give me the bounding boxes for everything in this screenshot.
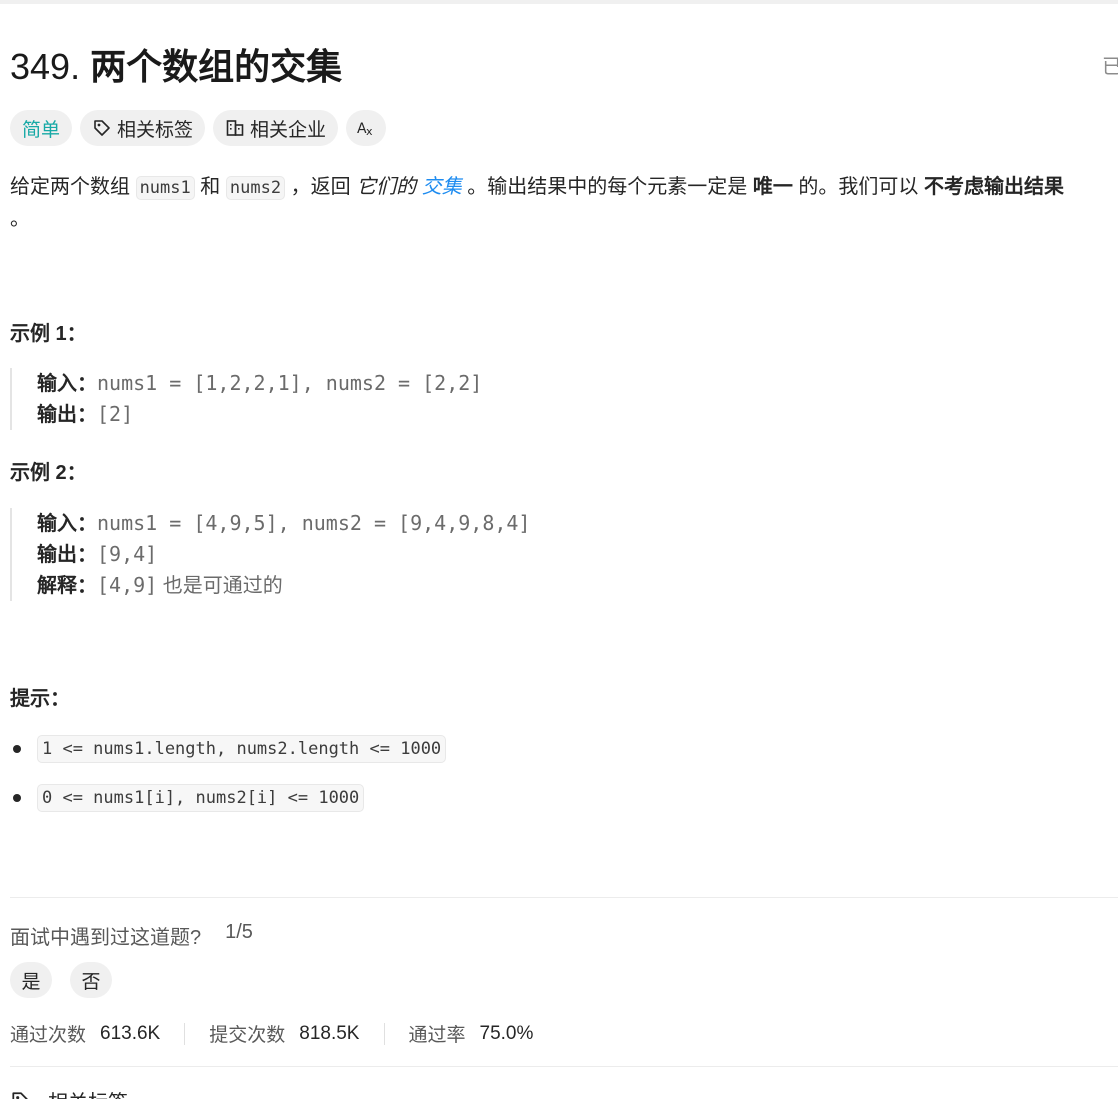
- desc-period: 。: [10, 208, 30, 230]
- interview-answer-buttons: 是 否: [10, 962, 112, 998]
- bullet-icon: [13, 745, 21, 753]
- building-icon: [225, 118, 245, 138]
- desc-emphasis: 它们的: [356, 176, 417, 198]
- related-companies-button[interactable]: 相关企业: [213, 110, 339, 146]
- no-button[interactable]: 否: [70, 962, 112, 998]
- desc-text: 。输出结果中的每个元素一定是: [461, 176, 753, 198]
- example1-output: 输出：[2]: [37, 399, 482, 430]
- desc-text: 给定两个数组: [10, 176, 136, 198]
- inline-code: nums2: [225, 176, 286, 200]
- tag-icon: [10, 1090, 32, 1099]
- solved-status: 已: [1102, 50, 1118, 79]
- hints-heading: 提示：: [10, 688, 70, 710]
- example2-heading: 示例 2：: [10, 462, 87, 484]
- input-value: nums1 = [1,2,2,1], nums2 = [2,2]: [97, 371, 483, 395]
- bullet-icon: [13, 794, 21, 802]
- related-tags-label: 相关标签: [117, 119, 194, 141]
- explanation-label: 解释：: [37, 575, 97, 597]
- divider: [10, 897, 1118, 898]
- input-value: nums1 = [4,9,5], nums2 = [9,4,9,8,4]: [97, 511, 531, 535]
- difficulty-badge[interactable]: 简单: [10, 110, 73, 146]
- stat-value: 613.6K: [100, 1022, 161, 1044]
- problem-title-text: 两个数组的交集: [90, 46, 343, 87]
- accepted-stat: 通过次数 613.6K: [10, 1020, 160, 1047]
- translate-button[interactable]: Ax: [346, 110, 387, 146]
- output-label: 输出：: [37, 404, 97, 426]
- yes-button[interactable]: 是: [10, 962, 52, 998]
- hints-list: 1 <= nums1.length, nums2.length <= 1000 …: [10, 734, 447, 832]
- intersection-link[interactable]: 交集: [422, 176, 462, 198]
- input-label: 输入：: [37, 513, 97, 535]
- list-item: 1 <= nums1.length, nums2.length <= 1000: [10, 734, 447, 764]
- problem-description: 给定两个数组 nums1 和 nums2 ，返回 它们的 交集 。输出结果中的每…: [10, 172, 1118, 203]
- example1-heading: 示例 1：: [10, 323, 87, 345]
- difficulty-label: 简单: [22, 119, 61, 141]
- problem-description-panel: 349. 两个数组的交集 已 简单 相关标签 相关企业 Ax 给定两个数组 nu…: [0, 0, 1118, 1099]
- tag-bar: 简单 相关标签 相关企业 Ax: [10, 110, 387, 146]
- desc-bold: 唯一: [752, 176, 793, 198]
- submitted-stat: 提交次数 818.5K: [209, 1020, 359, 1047]
- related-tags-section-header[interactable]: 相关标签: [10, 1086, 128, 1099]
- stats-bar: 通过次数 613.6K 提交次数 818.5K 通过率 75.0%: [10, 1020, 533, 1047]
- rate-stat: 通过率 75.0%: [409, 1020, 534, 1047]
- related-tags-button[interactable]: 相关标签: [80, 110, 206, 146]
- stat-label: 通过次数: [10, 1025, 87, 1046]
- example1-block: 输入：nums1 = [1,2,2,1], nums2 = [2,2] 输出：[…: [10, 368, 482, 430]
- example2-explanation: 解释：[4,9] 也是可通过的: [37, 570, 530, 601]
- interview-count: 1/5: [225, 921, 253, 943]
- translate-icon: Ax: [356, 118, 376, 138]
- stat-label: 通过率: [408, 1025, 466, 1046]
- svg-text:x: x: [366, 125, 373, 138]
- list-item: 0 <= nums1[i], nums2[i] <= 1000: [10, 783, 446, 813]
- example2-output: 输出：[9,4]: [37, 539, 530, 570]
- tag-icon: [92, 118, 112, 138]
- stat-label: 提交次数: [209, 1025, 286, 1046]
- stat-value: 75.0%: [479, 1022, 534, 1044]
- stat-separator: [383, 1022, 385, 1045]
- stat-separator: [184, 1022, 186, 1045]
- desc-bold: 不考虑输出结果: [924, 176, 1064, 198]
- interview-question: 面试中遇到过这道题? 1/5: [10, 921, 253, 950]
- problem-title[interactable]: 349. 两个数组的交集: [10, 38, 342, 90]
- related-companies-label: 相关企业: [250, 119, 327, 141]
- desc-text: 的。我们可以: [792, 176, 924, 198]
- problem-number: 349.: [10, 46, 81, 87]
- desc-text: 和: [194, 176, 226, 198]
- input-label: 输入：: [37, 373, 97, 395]
- hint-code: 0 <= nums1[i], nums2[i] <= 1000: [37, 784, 365, 812]
- example1-input: 输入：nums1 = [1,2,2,1], nums2 = [2,2]: [37, 368, 482, 399]
- inline-code: nums1: [135, 176, 195, 200]
- desc-text: ，返回: [285, 176, 357, 198]
- related-tags-section-label: 相关标签: [48, 1086, 128, 1099]
- output-value: [2]: [97, 402, 134, 426]
- interview-question-text: 面试中遇到过这道题?: [10, 927, 202, 949]
- output-value: [9,4]: [97, 542, 158, 566]
- stat-value: 818.5K: [299, 1022, 360, 1044]
- hint-code: 1 <= nums1.length, nums2.length <= 1000: [37, 735, 447, 763]
- problem-title-row: 349. 两个数组的交集: [10, 42, 342, 87]
- divider: [10, 1066, 1118, 1067]
- example2-block: 输入：nums1 = [4,9,5], nums2 = [9,4,9,8,4] …: [10, 508, 530, 601]
- explanation-text: 也是可通过的: [157, 575, 283, 597]
- example2-input: 输入：nums1 = [4,9,5], nums2 = [9,4,9,8,4]: [37, 508, 530, 539]
- explanation-code: [4,9]: [97, 573, 158, 597]
- output-label: 输出：: [37, 544, 97, 566]
